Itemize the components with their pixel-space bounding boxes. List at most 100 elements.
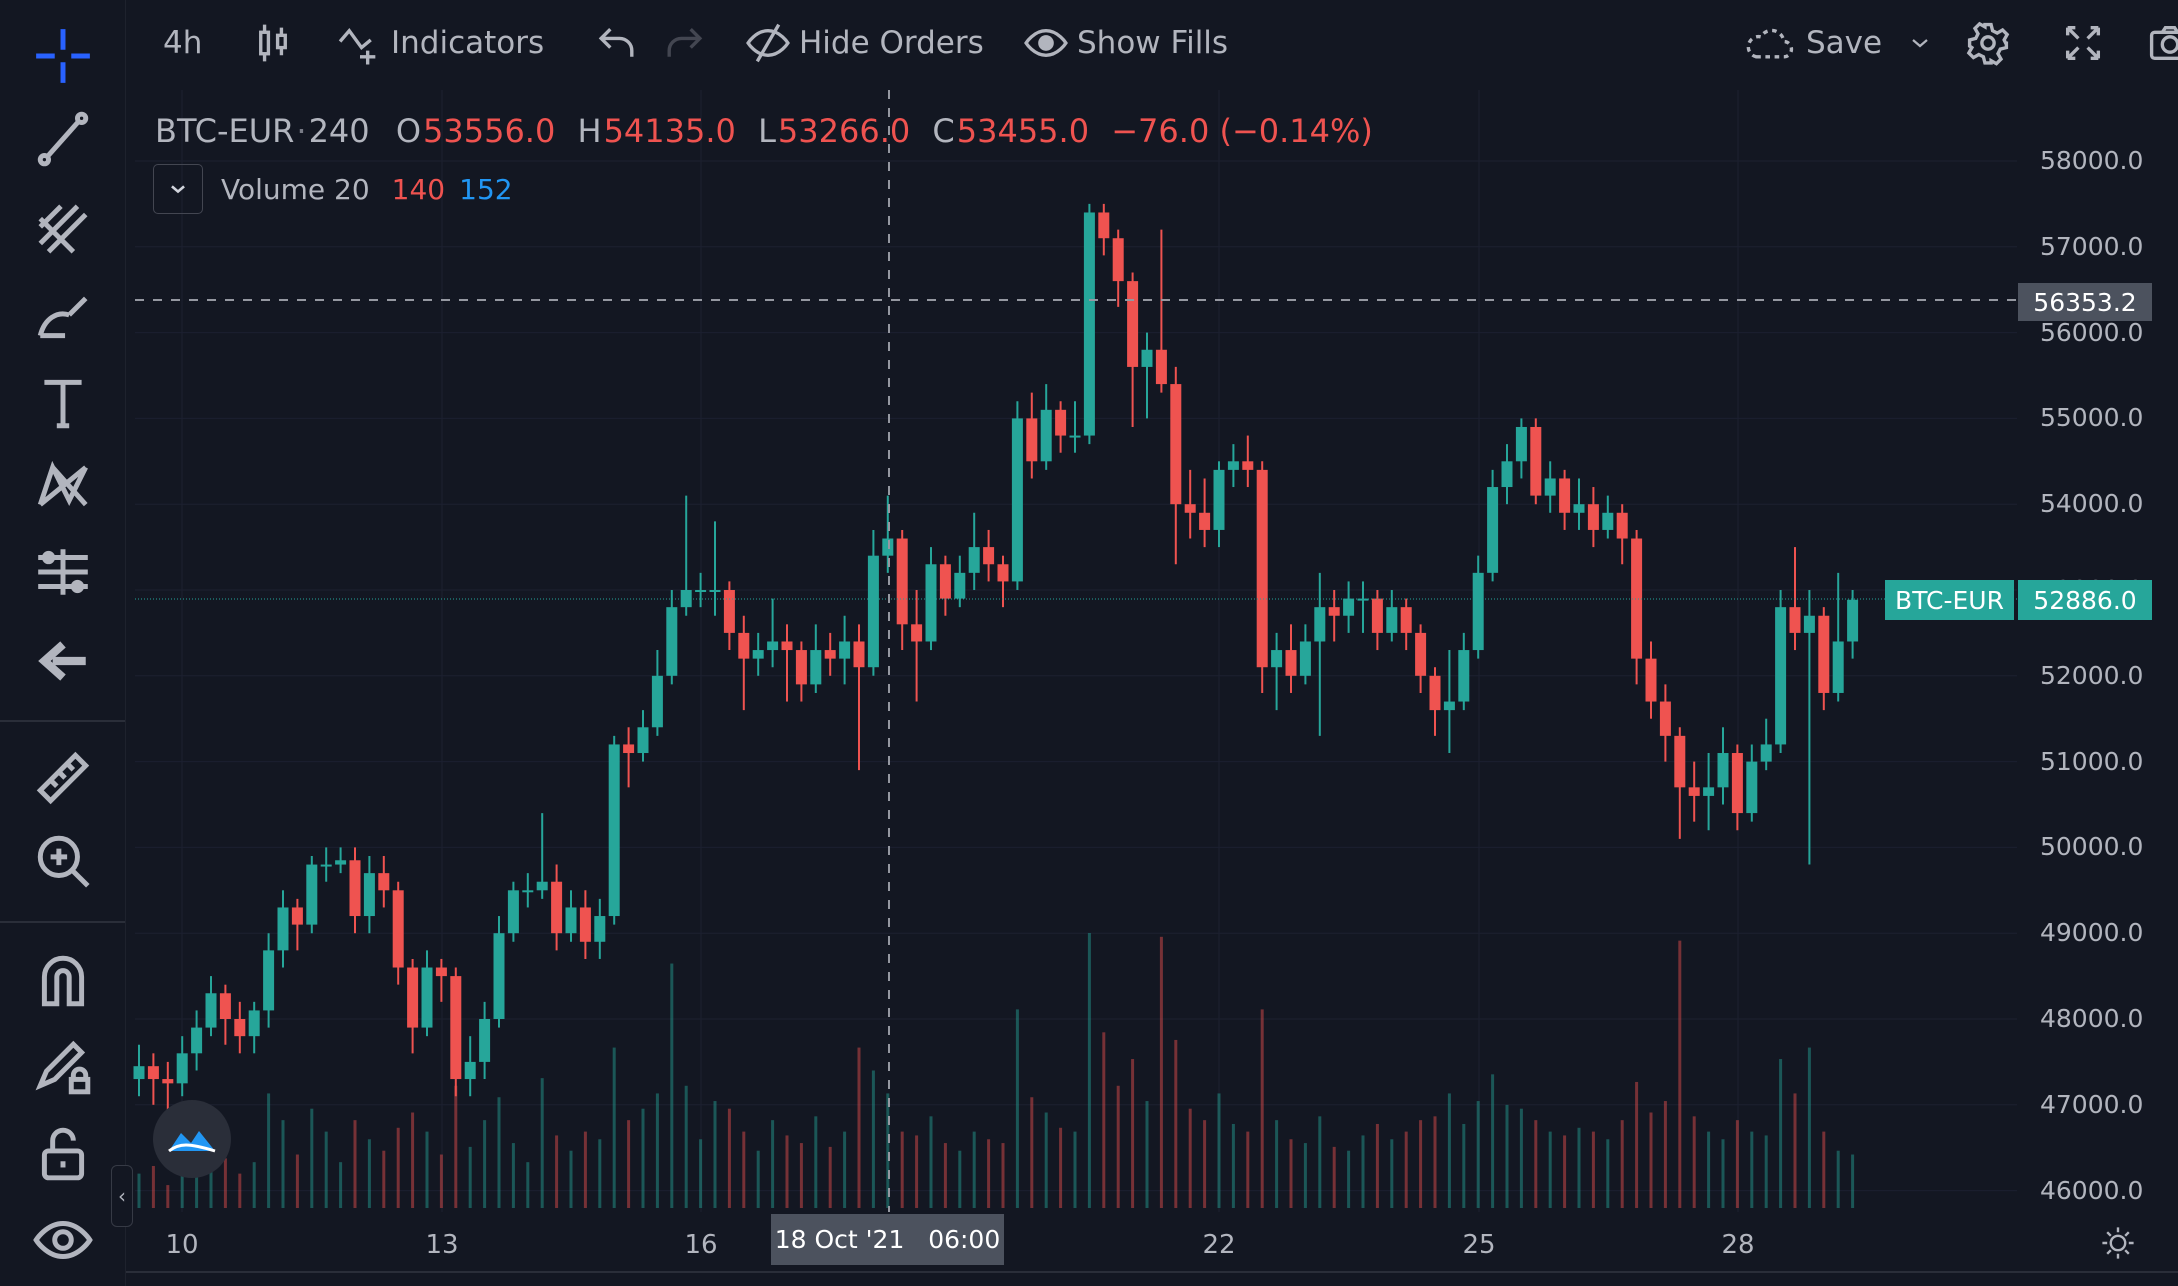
candle-body xyxy=(1429,675,1441,711)
close-prefix: C xyxy=(932,112,955,150)
candle-body xyxy=(709,590,721,592)
auto-scale-settings-button[interactable] xyxy=(2100,1225,2136,1261)
eye-crossed-icon xyxy=(746,23,790,63)
volume-bar xyxy=(1707,1131,1711,1208)
volume-bar xyxy=(1217,1093,1221,1208)
candle xyxy=(1386,590,1398,642)
volume-bar xyxy=(1203,1120,1207,1208)
text-icon[interactable] xyxy=(30,370,96,436)
low-prefix: L xyxy=(758,112,776,150)
candle xyxy=(1803,590,1815,865)
volume-bar xyxy=(1030,1097,1034,1208)
candle xyxy=(983,529,995,582)
candle xyxy=(579,890,591,959)
volume-indicator-label[interactable]: Volume 20 xyxy=(221,173,370,206)
crosshair-icon[interactable] xyxy=(30,23,96,89)
volume-bar xyxy=(612,1047,616,1208)
collapse-legend-button[interactable] xyxy=(153,164,203,214)
volume-bar xyxy=(1332,1146,1336,1208)
candle-body xyxy=(1055,409,1067,436)
candle xyxy=(1184,469,1196,539)
fib-channel-icon[interactable] xyxy=(30,196,96,262)
symbol-name[interactable]: BTC-EUR xyxy=(155,112,294,150)
hide-orders-button[interactable]: Hide Orders xyxy=(745,18,984,68)
candle-body xyxy=(1832,641,1844,693)
candle xyxy=(277,890,289,968)
candle xyxy=(623,727,635,788)
volume-bar xyxy=(943,1143,947,1208)
candle xyxy=(651,650,663,736)
volume-bar xyxy=(1303,1143,1307,1208)
candle-body xyxy=(695,590,707,592)
candle-body xyxy=(867,555,879,668)
redo-button[interactable] xyxy=(660,18,706,68)
candle xyxy=(551,864,563,951)
settings-button[interactable] xyxy=(1965,18,2011,68)
candle xyxy=(1299,624,1311,685)
volume-bar xyxy=(569,1150,573,1208)
chart-type-button[interactable] xyxy=(250,18,296,68)
toolbar-divider xyxy=(0,921,125,923)
candle xyxy=(1155,229,1167,393)
chevron-down-icon xyxy=(1912,39,1928,48)
candle-body xyxy=(392,890,404,968)
candle-body xyxy=(1602,512,1614,530)
volume-bar xyxy=(1750,1131,1754,1208)
candle-body xyxy=(407,967,419,1028)
volume-bar xyxy=(295,1154,299,1208)
candle-body xyxy=(1731,753,1743,814)
candle-body xyxy=(133,1066,145,1080)
indicators-button[interactable]: Indicators xyxy=(337,18,544,68)
candle-body xyxy=(277,907,289,951)
drawing-toolbar xyxy=(0,0,126,1286)
volume-bar xyxy=(1505,1104,1509,1208)
candle xyxy=(464,1036,476,1097)
lock-drawings-icon[interactable] xyxy=(30,1034,96,1100)
pattern-icon[interactable] xyxy=(30,453,96,519)
prediction-icon[interactable] xyxy=(30,539,96,605)
candle xyxy=(680,495,692,616)
candle-body xyxy=(435,967,447,977)
unlock-icon[interactable] xyxy=(30,1120,96,1186)
candle-body xyxy=(349,860,361,917)
candle-body xyxy=(1141,349,1153,367)
candle-body xyxy=(824,650,836,659)
volume-bar xyxy=(684,1085,688,1208)
logo[interactable] xyxy=(153,1100,231,1178)
candle xyxy=(1328,590,1340,642)
volume-bar xyxy=(1591,1131,1595,1208)
candle xyxy=(1242,435,1254,488)
candle-body xyxy=(1616,512,1628,539)
fullscreen-button[interactable] xyxy=(2060,18,2106,68)
magnet-icon[interactable] xyxy=(30,948,96,1014)
save-button[interactable]: Save xyxy=(1740,18,1882,68)
candle xyxy=(1487,469,1499,582)
brush-icon[interactable] xyxy=(30,284,96,350)
screenshot-button[interactable] xyxy=(2147,18,2178,68)
candle xyxy=(1040,384,1052,470)
candle xyxy=(853,624,865,771)
candle-body xyxy=(205,993,217,1028)
trend-line-icon[interactable] xyxy=(30,106,96,172)
interval-button[interactable]: 4h xyxy=(163,18,202,68)
candle-body xyxy=(1703,787,1715,796)
candle xyxy=(1400,598,1412,651)
arrow-left-icon[interactable] xyxy=(30,628,96,694)
candle-body xyxy=(335,860,347,865)
collapse-toolbar-button[interactable]: ‹ xyxy=(111,1165,133,1227)
candle xyxy=(1717,727,1729,805)
undo-button[interactable] xyxy=(595,18,641,68)
eye-icon[interactable] xyxy=(30,1207,96,1273)
volume-ma-value: 152 xyxy=(459,172,513,206)
candle xyxy=(234,1001,246,1054)
zoom-in-icon[interactable] xyxy=(30,828,96,894)
save-dropdown-button[interactable] xyxy=(1905,18,1935,68)
candle xyxy=(1703,753,1715,831)
volume-bar xyxy=(1375,1123,1379,1208)
close-value: 53455.0 xyxy=(956,112,1090,150)
ruler-icon[interactable] xyxy=(30,745,96,811)
candle-body xyxy=(1299,641,1311,676)
last-price-label: 52886.0 xyxy=(2018,580,2152,620)
show-fills-button[interactable]: Show Fills xyxy=(1023,18,1228,68)
candle-body xyxy=(291,907,303,925)
